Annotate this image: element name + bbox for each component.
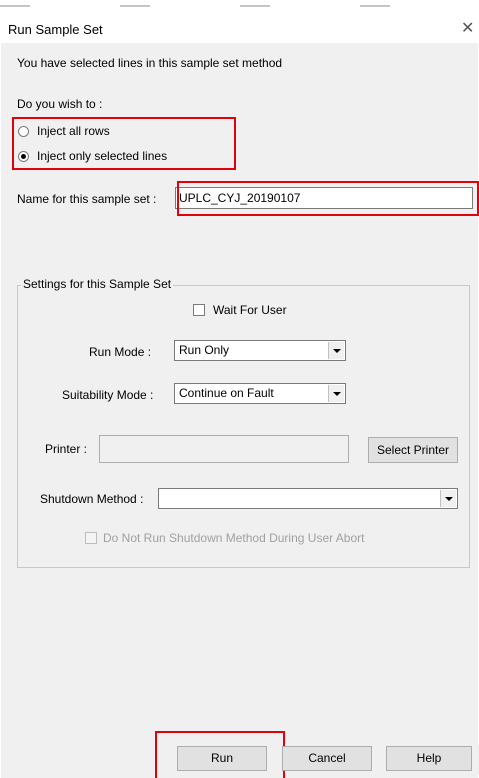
suitability-mode-value: Continue on Fault xyxy=(179,386,274,400)
no-shutdown-on-abort-checkbox xyxy=(85,532,97,544)
cancel-button[interactable]: Cancel xyxy=(282,746,372,771)
shutdown-method-label: Shutdown Method : xyxy=(40,492,144,506)
suitability-mode-label: Suitability Mode : xyxy=(62,388,154,402)
printer-label: Printer : xyxy=(45,442,88,456)
background-strip xyxy=(0,0,479,14)
sample-set-name-label: Name for this sample set : xyxy=(17,192,157,206)
radio-inject-selected-lines[interactable] xyxy=(18,151,29,162)
background-strip-lines xyxy=(0,5,479,7)
close-icon[interactable]: ✕ xyxy=(461,19,474,37)
run-mode-select[interactable]: Run Only xyxy=(174,340,346,361)
settings-group xyxy=(17,285,470,568)
highlight-name-field xyxy=(177,181,479,216)
highlight-run-button xyxy=(155,731,285,778)
wait-for-user-label[interactable]: Wait For User xyxy=(213,303,287,317)
radio-inject-all-rows[interactable] xyxy=(18,126,29,137)
radio-inject-selected-lines-label[interactable]: Inject only selected lines xyxy=(37,149,167,163)
run-mode-value: Run Only xyxy=(179,343,230,357)
shutdown-method-select[interactable] xyxy=(158,488,458,509)
run-mode-label: Run Mode : xyxy=(89,345,152,359)
choice-question: Do you wish to : xyxy=(17,97,103,111)
wait-for-user-checkbox[interactable] xyxy=(193,304,205,316)
no-shutdown-on-abort-label: Do Not Run Shutdown Method During User A… xyxy=(103,531,365,545)
chevron-down-icon[interactable] xyxy=(328,385,344,402)
help-button[interactable]: Help xyxy=(386,746,472,771)
select-printer-button[interactable]: Select Printer xyxy=(368,437,458,463)
chevron-down-icon[interactable] xyxy=(440,490,456,507)
window-title: Run Sample Set xyxy=(8,22,103,37)
printer-field xyxy=(99,435,349,463)
intro-text: You have selected lines in this sample s… xyxy=(17,56,283,70)
chevron-down-icon[interactable] xyxy=(328,342,344,359)
radio-inject-all-rows-label[interactable]: Inject all rows xyxy=(37,124,110,138)
suitability-mode-select[interactable]: Continue on Fault xyxy=(174,383,346,404)
settings-group-title: Settings for this Sample Set xyxy=(21,277,174,291)
